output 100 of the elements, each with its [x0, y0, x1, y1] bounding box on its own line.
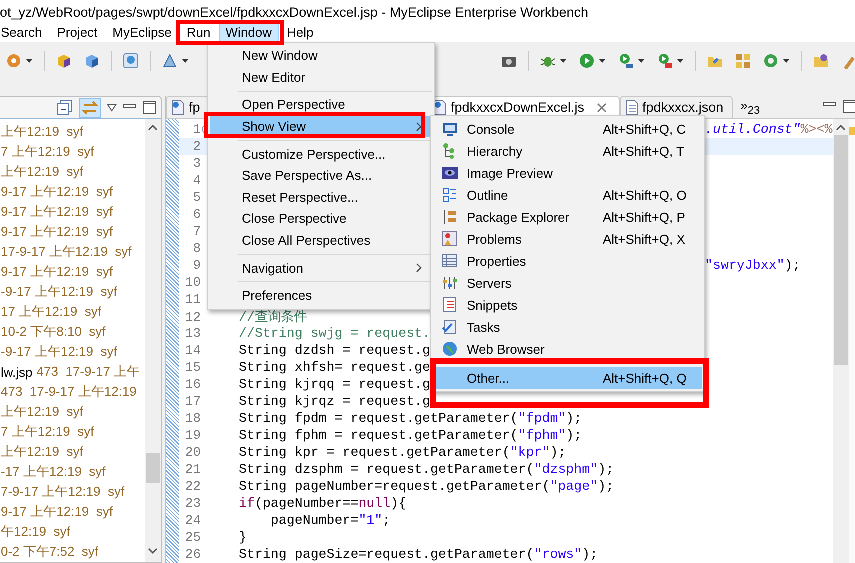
- menu-item[interactable]: Project: [50, 22, 105, 42]
- file-icon: [171, 100, 185, 116]
- file-details: 上午12:19 syf: [1, 123, 84, 141]
- line-number: 19: [184, 428, 201, 443]
- menu-item[interactable]: Preferences: [210, 284, 432, 307]
- file-details: 473 17-9-17 上午12:19: [1, 383, 137, 401]
- chevron-right-icon: [416, 263, 422, 274]
- dropdown-caret-icon[interactable]: [599, 59, 606, 63]
- scrollbar[interactable]: [145, 119, 161, 562]
- eye-icon: [442, 165, 458, 181]
- error-warning-icon: [442, 231, 458, 247]
- menu-item[interactable]: Other... Alt+Shift+Q, Q: [433, 367, 702, 389]
- dropdown-caret-icon[interactable]: [26, 59, 33, 63]
- menu-item[interactable]: Save Perspective As...: [210, 164, 432, 187]
- file-icon: [433, 100, 447, 116]
- menu-item[interactable]: Navigation: [210, 257, 432, 279]
- outline-icon: [442, 187, 458, 203]
- maximize-icon[interactable]: [843, 100, 855, 114]
- scroll-down-icon[interactable]: [148, 548, 158, 554]
- file-details: 午12:19 syf: [1, 523, 70, 541]
- line-number: 7: [192, 224, 201, 239]
- menu-item[interactable]: Help: [280, 22, 321, 42]
- line-number: 15: [184, 360, 201, 375]
- dropdown-caret-icon[interactable]: [783, 59, 790, 63]
- code-text: String pageSize=request.getParameter("rows");: [239, 547, 598, 562]
- code-text: "swryJbxx");: [705, 258, 801, 273]
- file-details: 7 上午12:19 syf: [1, 143, 94, 161]
- line-number: 22: [184, 479, 201, 494]
- file-details: 上午12:19 syf: [1, 443, 84, 461]
- folder-icon[interactable]: [813, 53, 829, 69]
- line-number: 10: [184, 275, 201, 290]
- menu-item[interactable]: Image Preview: [433, 162, 702, 184]
- menu-item[interactable]: Web Browser: [433, 338, 702, 360]
- file-details: 上午12:19 syf: [1, 163, 84, 181]
- menu-item[interactable]: Properties: [433, 250, 702, 272]
- code-text: String fphm = request.getParameter("fphm");: [239, 428, 582, 443]
- menu-item[interactable]: Servers: [433, 272, 702, 294]
- line-number: 16: [184, 377, 201, 392]
- cube-icon[interactable]: [56, 53, 72, 69]
- file-name[interactable]: lw.jsp: [1, 364, 33, 380]
- file-icon: [624, 100, 639, 116]
- collapse-all-icon[interactable]: [57, 100, 73, 116]
- menu-item[interactable]: Hierarchy Alt+Shift+Q, T: [433, 140, 702, 162]
- file-details: 9-17 上午12:19 syf: [1, 203, 113, 221]
- menu-item[interactable]: Snippets: [433, 294, 702, 316]
- dropdown-caret-icon[interactable]: [182, 59, 189, 63]
- line-number: 6: [192, 207, 201, 222]
- play-icon[interactable]: [618, 53, 634, 69]
- line-number: 20: [184, 445, 201, 460]
- overview-mark: [849, 127, 855, 135]
- menu-item[interactable]: Outline Alt+Shift+Q, O: [433, 184, 702, 206]
- menu-item[interactable]: New Editor: [210, 66, 432, 88]
- file-details: 17-9-17 上午12:19 syf: [1, 243, 132, 261]
- line-number: 18: [184, 411, 201, 426]
- close-icon[interactable]: [596, 102, 607, 112]
- file-details: 7 上午12:19 syf: [1, 423, 94, 441]
- dropdown-caret-icon[interactable]: [560, 59, 567, 63]
- play-icon[interactable]: [657, 53, 673, 69]
- sliders-icon: [442, 275, 458, 291]
- menu-item[interactable]: Problems Alt+Shift+Q, X: [433, 228, 702, 250]
- dropdown-caret-icon[interactable]: [638, 59, 645, 63]
- menu-item[interactable]: Tasks: [433, 316, 702, 338]
- line-number: 2: [192, 139, 201, 154]
- line-number: 1: [192, 122, 201, 137]
- menu-item[interactable]: MyEclipse: [106, 22, 179, 42]
- scroll-up-icon[interactable]: [836, 125, 846, 131]
- file-details: 0-2 下午7:52 syf: [1, 543, 99, 561]
- code-text: String dzdsh = request.g: [239, 343, 431, 358]
- code-text: .util.Const"%><%: [705, 122, 833, 137]
- line-number: 17: [184, 394, 201, 409]
- file-details: 9-17 上午12:19 syf: [1, 503, 113, 521]
- menu-item[interactable]: Search: [0, 22, 50, 42]
- scroll-thumb[interactable]: [146, 453, 160, 483]
- menu-item[interactable]: New Window: [210, 45, 432, 67]
- line-number: 8: [192, 241, 201, 256]
- file-details: 17 上午12:19 syf: [1, 303, 102, 321]
- scroll-thumb[interactable]: [834, 135, 848, 365]
- code-text: String fpdm = request.getParameter("fpdm");: [239, 411, 582, 426]
- maximize-icon[interactable]: [143, 100, 157, 114]
- scrollbar[interactable]: [833, 119, 849, 563]
- menu-item[interactable]: Reset Perspective...: [210, 186, 432, 208]
- line-number: 26: [184, 547, 201, 562]
- menu-item[interactable]: Console Alt+Shift+Q, C: [433, 118, 702, 140]
- link-icon[interactable]: [79, 98, 101, 118]
- file-details: 9-17 上午12:19 syf: [1, 183, 113, 201]
- menu-item[interactable]: Package Explorer Alt+Shift+Q, P: [433, 206, 702, 228]
- line-number: 21: [184, 462, 201, 477]
- scroll-up-icon[interactable]: [148, 125, 158, 131]
- menu-item[interactable]: Close Perspective: [210, 208, 432, 230]
- menu-item[interactable]: Customize Perspective...: [210, 143, 432, 165]
- menu-item[interactable]: Run: [180, 22, 218, 42]
- checklist-icon: [442, 319, 458, 335]
- view-menu-icon[interactable]: [107, 104, 117, 112]
- cube-icon[interactable]: [84, 53, 100, 69]
- file-details: -9-17 上午12:19 syf: [1, 283, 118, 301]
- menu-item[interactable]: Close All Perspectives: [210, 230, 432, 252]
- line-number: 13: [184, 326, 201, 341]
- chevron-right-icon: [416, 122, 422, 132]
- line-number: 4: [192, 173, 201, 188]
- dropdown-caret-icon[interactable]: [677, 59, 684, 63]
